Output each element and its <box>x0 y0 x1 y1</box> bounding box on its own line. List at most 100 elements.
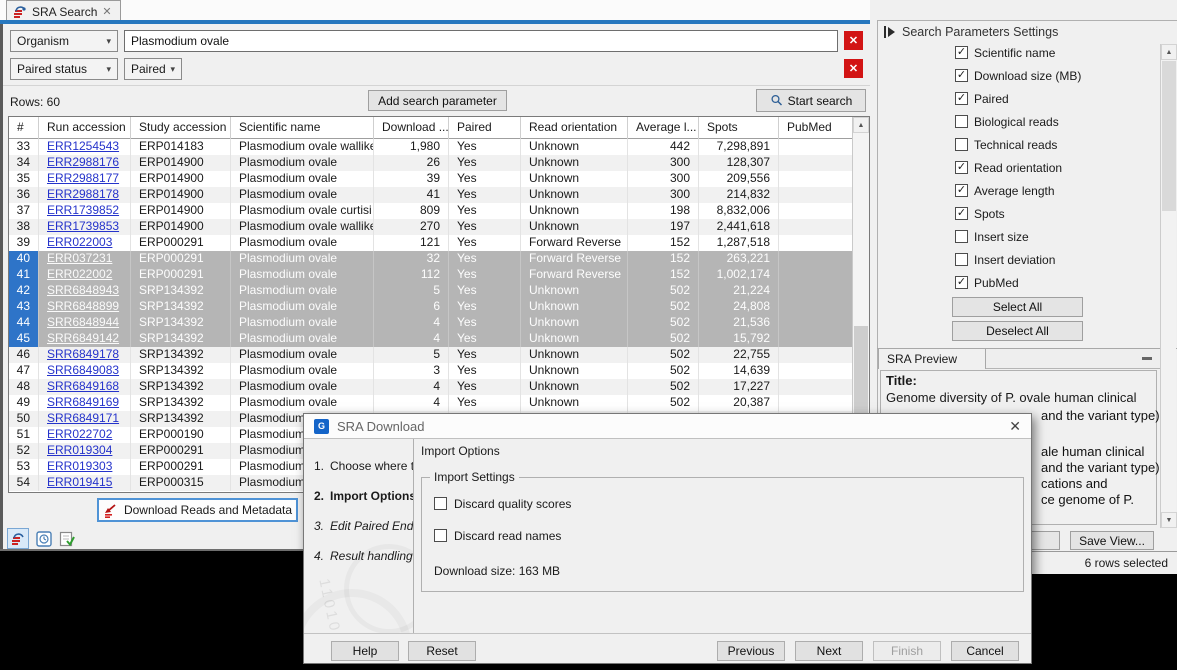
table-row[interactable]: 39ERR022003ERP000291Plasmodium ovale121Y… <box>9 235 852 251</box>
wizard-step[interactable]: 1.Choose where to run <box>314 459 414 473</box>
sra-preview-tab[interactable]: SRA Preview <box>878 348 986 369</box>
checkbox-checked[interactable]: ✓ <box>955 276 968 289</box>
checkbox-unchecked[interactable] <box>955 115 968 128</box>
search-parameters-settings-header[interactable]: Search Parameters Settings <box>884 25 1058 39</box>
sra-table-view-icon[interactable] <box>7 528 29 549</box>
run-accession-link[interactable]: ERR2988178 <box>47 187 119 201</box>
run-accession-link[interactable]: ERR1739852 <box>47 203 119 217</box>
run-accession-link[interactable]: ERR022702 <box>47 427 112 441</box>
column-header[interactable]: Paired <box>449 117 521 139</box>
remove-filter-row2-button[interactable]: ✕ <box>844 59 863 78</box>
checkbox-checked[interactable]: ✓ <box>955 161 968 174</box>
partially-hidden-button[interactable] <box>1030 531 1060 550</box>
dialog-title-bar[interactable]: G SRA Download ✕ <box>304 414 1031 439</box>
column-header[interactable]: PubMed <box>779 117 851 139</box>
tab-sra-search[interactable]: SRA Search ✕ <box>6 0 121 20</box>
run-accession-link[interactable]: ERR2988177 <box>47 171 119 185</box>
history-view-icon[interactable] <box>35 530 52 547</box>
table-row[interactable]: 43SRR6848899SRP134392Plasmodium ovale6Ye… <box>9 299 852 315</box>
run-accession-link[interactable]: SRR6849168 <box>47 379 119 393</box>
table-row[interactable]: 44SRR6848944SRP134392Plasmodium ovale4Ye… <box>9 315 852 331</box>
view-mode-bar <box>7 528 75 549</box>
run-accession-link[interactable]: ERR022003 <box>47 235 112 249</box>
table-row[interactable]: 42SRR6848943SRP134392Plasmodium ovale5Ye… <box>9 283 852 299</box>
scroll-up-icon[interactable]: ▲ <box>853 117 869 133</box>
checkbox-unchecked[interactable] <box>955 253 968 266</box>
save-view-button[interactable]: Save View... <box>1070 531 1154 550</box>
run-accession-link[interactable]: SRR6849178 <box>47 347 119 361</box>
checkbox-unchecked[interactable] <box>434 529 447 542</box>
add-search-parameter-button[interactable]: Add search parameter <box>368 90 507 111</box>
run-accession-link[interactable]: ERR019304 <box>47 443 112 457</box>
checkbox-checked[interactable]: ✓ <box>955 184 968 197</box>
wizard-step[interactable]: 3.Edit Paired End Settings <box>314 519 414 533</box>
checkbox-checked[interactable]: ✓ <box>955 46 968 59</box>
run-accession-link[interactable]: SRR6849169 <box>47 395 119 409</box>
checkbox-unchecked[interactable] <box>955 230 968 243</box>
wizard-step[interactable]: 4.Result handling <box>314 549 413 563</box>
column-header[interactable]: Read orientation <box>521 117 628 139</box>
cancel-button[interactable]: Cancel <box>951 641 1019 661</box>
run-accession-link[interactable]: ERR019415 <box>47 475 112 489</box>
checkbox-unchecked[interactable] <box>955 138 968 151</box>
scrollbar-thumb[interactable] <box>1162 61 1176 211</box>
deselect-all-button[interactable]: Deselect All <box>952 321 1083 341</box>
table-row[interactable]: 46SRR6849178SRP134392Plasmodium ovale5Ye… <box>9 347 852 363</box>
column-header[interactable]: Download ... <box>374 117 449 139</box>
remove-filter-row1-button[interactable]: ✕ <box>844 31 863 50</box>
table-row[interactable]: 48SRR6849168SRP134392Plasmodium ovale4Ye… <box>9 379 852 395</box>
paired-value-select[interactable]: Paired ▾ <box>124 58 182 80</box>
wizard-step[interactable]: 2.Import Options <box>314 489 414 503</box>
checkbox-checked[interactable]: ✓ <box>955 207 968 220</box>
checkbox-checked[interactable]: ✓ <box>955 92 968 105</box>
next-button[interactable]: Next <box>795 641 863 661</box>
dialog-close-icon[interactable]: ✕ <box>1009 418 1021 435</box>
checkbox-checked[interactable]: ✓ <box>955 69 968 82</box>
table-row[interactable]: 47SRR6849083SRP134392Plasmodium ovale3Ye… <box>9 363 852 379</box>
table-row[interactable]: 41ERR022002ERP000291Plasmodium ovale112Y… <box>9 267 852 283</box>
scroll-up-icon[interactable]: ▲ <box>1161 44 1177 60</box>
start-search-button[interactable]: Start search <box>756 89 866 112</box>
column-header[interactable]: Study accession <box>131 117 231 139</box>
table-row[interactable]: 34ERR2988176ERP014900Plasmodium ovale26Y… <box>9 155 852 171</box>
table-row[interactable]: 36ERR2988178ERP014900Plasmodium ovale41Y… <box>9 187 852 203</box>
column-header[interactable]: # <box>9 117 39 139</box>
reset-button[interactable]: Reset <box>408 641 476 661</box>
column-header[interactable]: Average l... <box>628 117 699 139</box>
minimize-preview-icon[interactable] <box>1142 357 1152 360</box>
paired-status-field-select[interactable]: Paired status ▾ <box>10 58 118 80</box>
run-accession-link[interactable]: SRR6849171 <box>47 411 119 425</box>
run-accession-link[interactable]: ERR1254543 <box>47 139 119 153</box>
column-header[interactable]: Run accession <box>39 117 131 139</box>
side-panel-scrollbar[interactable]: ▲ ▼ <box>1160 44 1176 528</box>
run-accession-link[interactable]: SRR6848944 <box>47 315 119 329</box>
scroll-down-icon[interactable]: ▼ <box>1161 512 1177 528</box>
run-accession-link[interactable]: SRR6849083 <box>47 363 119 377</box>
run-accession-link[interactable]: ERR2988176 <box>47 155 119 169</box>
download-reads-metadata-button[interactable]: Download Reads and Metadata <box>97 498 298 522</box>
run-accession-link[interactable]: ERR022002 <box>47 267 112 281</box>
table-row[interactable]: 38ERR1739853ERP014900Plasmodium ovale wa… <box>9 219 852 235</box>
run-accession-link[interactable]: ERR1739853 <box>47 219 119 233</box>
run-accession-link[interactable]: ERR037231 <box>47 251 112 265</box>
table-row[interactable]: 40ERR037231ERP000291Plasmodium ovale32Ye… <box>9 251 852 267</box>
select-all-button[interactable]: Select All <box>952 297 1083 317</box>
element-info-view-icon[interactable] <box>58 530 75 547</box>
run-accession-link[interactable]: ERR019303 <box>47 459 112 473</box>
table-row[interactable]: 45SRR6849142SRP134392Plasmodium ovale4Ye… <box>9 331 852 347</box>
run-accession-link[interactable]: SRR6849142 <box>47 331 119 345</box>
organism-search-input[interactable] <box>124 30 838 52</box>
help-button[interactable]: Help <box>331 641 399 661</box>
previous-button[interactable]: Previous <box>717 641 785 661</box>
column-header[interactable]: Scientific name <box>231 117 374 139</box>
column-header[interactable]: Spots <box>699 117 779 139</box>
organism-field-select[interactable]: Organism ▾ <box>10 30 118 52</box>
table-row[interactable]: 33ERR1254543ERP014183Plasmodium ovale wa… <box>9 139 852 155</box>
checkbox-unchecked[interactable] <box>434 497 447 510</box>
table-row[interactable]: 35ERR2988177ERP014900Plasmodium ovale39Y… <box>9 171 852 187</box>
table-row[interactable]: 37ERR1739852ERP014900Plasmodium ovale cu… <box>9 203 852 219</box>
tab-close-icon[interactable]: ✕ <box>102 5 111 18</box>
table-row[interactable]: 49SRR6849169SRP134392Plasmodium ovale4Ye… <box>9 395 852 411</box>
run-accession-link[interactable]: SRR6848899 <box>47 299 119 313</box>
run-accession-link[interactable]: SRR6848943 <box>47 283 119 297</box>
